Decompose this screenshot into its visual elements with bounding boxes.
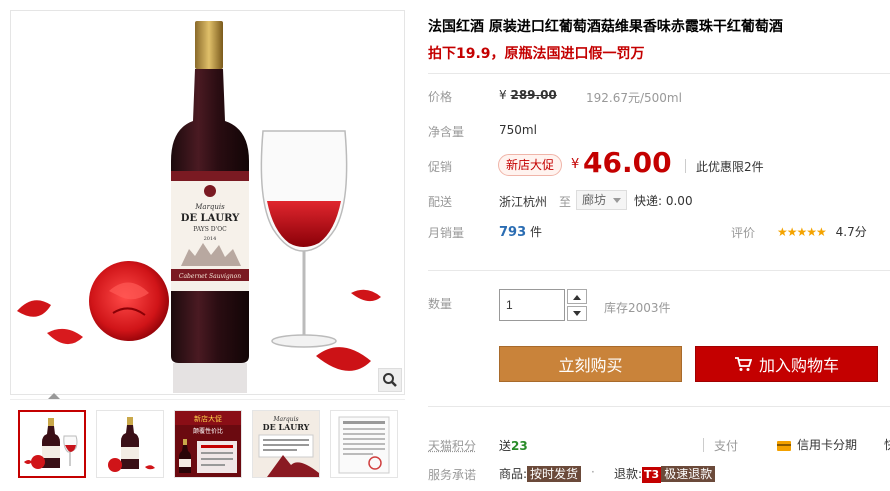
rating-stars-icon: ★★★★★ (777, 225, 826, 239)
magnifier-icon (382, 372, 398, 388)
title-divider (428, 73, 890, 74)
thumbnail-strip: 新店大促 颠覆性价比 Marquis DE LAURY (10, 399, 405, 491)
thumbnail-3[interactable]: 新店大促 颠覆性价比 (174, 410, 242, 478)
thumb-wine-glass-image (20, 412, 84, 476)
promo-currency: ¥ (571, 157, 579, 172)
thumbnail-4[interactable]: Marquis DE LAURY (252, 410, 320, 478)
payment-more: 快 (884, 436, 890, 453)
buy-now-button[interactable]: 立刻购买 (499, 346, 682, 382)
monthly-sales: 793 件 (499, 223, 542, 240)
rating-label[interactable]: 评价 (731, 224, 755, 241)
shipping-to-word: 至 (559, 193, 571, 210)
unit-price: 192.67元/500ml (586, 89, 682, 106)
promo-divider (685, 159, 686, 173)
service-goods: 商品: 按时发货 (499, 465, 581, 482)
promo-price: 46.00 (583, 146, 672, 179)
price-currency: ¥ (499, 88, 507, 102)
service-label: 服务承诺 (428, 466, 476, 483)
product-subtitle: 拍下19.9，原瓶法国进口假一罚万 (428, 43, 645, 63)
rating[interactable]: ★★★★★ 4.7分 (777, 223, 867, 240)
service-refund: 退款: T3 极速退款 (614, 465, 715, 483)
chevron-down-icon (613, 198, 621, 203)
thumbnail-1[interactable] (18, 410, 86, 478)
bottle-marquis-text: Marquis (194, 203, 225, 211)
thumb-label-closeup-image: Marquis DE LAURY (253, 411, 319, 477)
thumb-promo-sub: 颠覆性价比 (193, 427, 223, 435)
main-product-image[interactable]: Marquis DE LAURY PAYS D'OC 2014 Cabernet… (10, 10, 405, 395)
original-price: ¥ 289.00 (499, 88, 557, 102)
buttons-divider (428, 406, 890, 407)
shopping-cart-icon (734, 356, 752, 372)
sales-divider (428, 270, 890, 271)
on-time-shipping-tag[interactable]: 按时发货 (527, 466, 581, 482)
promo-label: 促销 (428, 158, 452, 175)
thumb-bottle-roses-image (97, 411, 163, 477)
credit-installment[interactable]: 信用卡分期 (777, 436, 857, 453)
wine-scene-illustration: Marquis DE LAURY PAYS D'OC 2014 Cabernet… (11, 11, 405, 395)
price-label: 价格 (428, 88, 452, 105)
payment-label: 支付 (714, 437, 738, 454)
bottle-brand-text: DE LAURY (181, 213, 240, 224)
bottle-region-text: PAYS D'OC (193, 226, 227, 233)
thumbnail-2[interactable] (96, 410, 164, 478)
points-prefix: 送 (499, 439, 511, 453)
promo-limit: 此优惠限2件 (696, 158, 764, 175)
points-divider (703, 438, 704, 452)
express-fee: 快递: 0.00 (634, 192, 693, 209)
chevron-up-icon (573, 294, 581, 300)
monthly-sales-count: 793 (499, 225, 526, 240)
thumbnail-5[interactable] (330, 410, 398, 478)
monthly-sales-unit: 件 (530, 225, 542, 239)
fast-refund-tag[interactable]: 极速退款 (661, 466, 715, 482)
product-title: 法国红酒 原装进口红葡萄酒菇维果香味赤霞珠干红葡萄酒 (428, 16, 783, 36)
stock-count: 库存2003件 (604, 299, 671, 316)
shipping-from: 浙江杭州 (499, 193, 547, 210)
product-gallery: Marquis DE LAURY PAYS D'OC 2014 Cabernet… (10, 10, 405, 491)
buy-now-label: 立刻购买 (558, 352, 622, 376)
service-goods-label: 商品: (499, 467, 527, 481)
destination-select[interactable]: 廊坊 (576, 190, 627, 210)
add-to-cart-button[interactable]: 加入购物车 (695, 346, 878, 382)
tmall-points-label[interactable]: 天猫积分 (428, 437, 476, 454)
thumb-promo-image: 新店大促 颠覆性价比 (175, 411, 241, 477)
credit-installment-label: 信用卡分期 (797, 438, 857, 452)
credit-card-icon (777, 441, 791, 451)
service-refund-label: 退款: (614, 467, 642, 481)
net-content-label: 净含量 (428, 123, 464, 140)
promo-badge: 新店大促 (498, 154, 562, 176)
thumb-certificate-image (331, 411, 397, 477)
chevron-down-small-icon (573, 311, 581, 317)
service-dot: · (591, 465, 595, 479)
quantity-input[interactable] (499, 289, 565, 321)
bottle-varietal-text: Cabernet Sauvignon (179, 273, 241, 280)
bottle-year-text: 2014 (204, 236, 217, 242)
shipping-label: 配送 (428, 193, 452, 210)
thumb-label-brand: DE LAURY (263, 422, 310, 432)
zoom-button[interactable] (378, 368, 402, 392)
active-thumb-caret (48, 393, 60, 399)
thumb-promo-text: 新店大促 (194, 414, 222, 423)
quantity-label: 数量 (428, 295, 452, 312)
net-content-value: 750ml (499, 123, 537, 137)
destination-value: 廊坊 (582, 193, 606, 207)
original-price-value: 289.00 (510, 88, 556, 102)
add-to-cart-label: 加入购物车 (759, 352, 839, 376)
points-value: 送23 (499, 437, 528, 454)
points-number: 23 (511, 439, 528, 453)
rating-score: 4.7分 (836, 225, 867, 239)
monthly-sales-label: 月销量 (428, 224, 464, 241)
t3-badge-icon: T3 (642, 467, 661, 483)
quantity-increase-button[interactable] (567, 289, 587, 304)
quantity-decrease-button[interactable] (567, 306, 587, 321)
